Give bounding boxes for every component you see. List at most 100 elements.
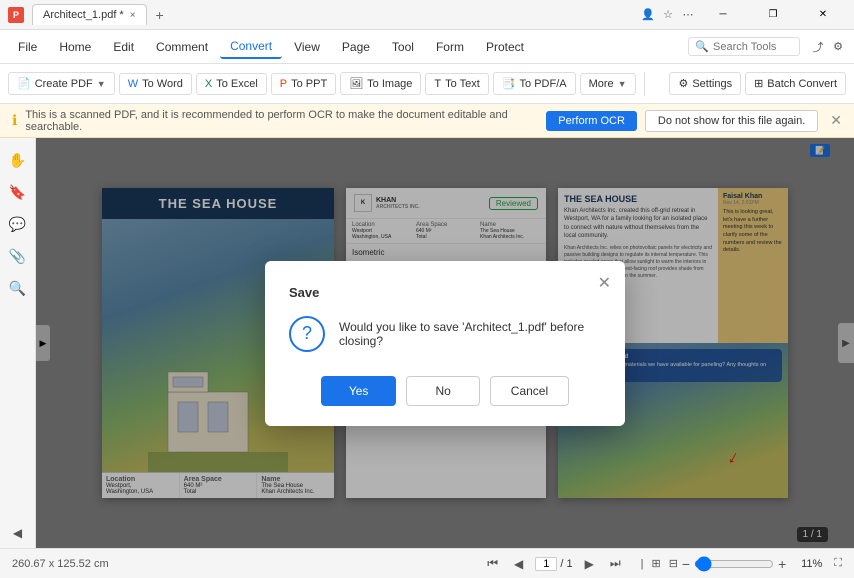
dialog-cancel-button[interactable]: Cancel (490, 376, 569, 406)
settings-button[interactable]: ⚙ Settings (669, 72, 741, 95)
left-sidebar: ✋ 🔖 💬 📎 🔍 ◀ (0, 138, 36, 548)
dialog-question-icon: ? (289, 316, 325, 352)
dialog-body: ? Would you like to save 'Architect_1.pd… (289, 316, 601, 352)
to-word-label: To Word (142, 78, 183, 90)
first-page-button[interactable]: ⏮ (483, 554, 502, 573)
to-word-icon: W (128, 78, 138, 90)
menu-view[interactable]: View (284, 36, 330, 58)
bookmark-icon[interactable]: ☆ (660, 7, 676, 23)
menu-convert[interactable]: Convert (220, 35, 282, 59)
close-button[interactable]: ✕ (800, 0, 846, 30)
page-indicator: / 1 (535, 557, 572, 571)
ocr-banner-text: This is a scanned PDF, and it is recomme… (25, 109, 538, 133)
ocr-dismiss-button[interactable]: Do not show for this file again. (645, 110, 818, 132)
to-excel-icon: X (205, 78, 212, 90)
to-pdfa-button[interactable]: 📑 To PDF/A (493, 72, 576, 95)
status-right: ⏮ ◀ / 1 ▶ ⏭ | ⊞ ⊟ − + 11% ⛶ (483, 554, 842, 573)
menu-home[interactable]: Home (49, 36, 101, 58)
create-pdf-button[interactable]: 📄 Create PDF ▼ (8, 72, 115, 95)
page-input[interactable] (535, 557, 557, 571)
to-pdfa-icon: 📑 (502, 77, 516, 90)
external-icon[interactable]: ⤴ (810, 39, 826, 55)
zoom-controls: ⊞ ⊟ − + 11% (651, 556, 822, 572)
to-excel-button[interactable]: X To Excel (196, 73, 267, 95)
sidebar-bookmark-icon[interactable]: 🔖 (4, 178, 32, 206)
next-page-button[interactable]: ▶ (581, 555, 598, 573)
dialog-buttons: Yes No Cancel (289, 376, 601, 406)
save-dialog: Save ✕ ? Would you like to save 'Archite… (265, 261, 625, 426)
to-ppt-button[interactable]: P To PPT (271, 73, 336, 95)
content-area: ▶ THE SEA HOUSE (36, 138, 854, 548)
toolbar-separator (644, 72, 645, 96)
perform-ocr-button[interactable]: Perform OCR (546, 111, 637, 131)
settings-label: Settings (692, 78, 732, 90)
to-text-label: To Text (445, 78, 480, 90)
dialog-no-button[interactable]: No (406, 376, 479, 406)
minimize-button[interactable]: ─ (700, 0, 746, 30)
ocr-close-icon[interactable]: ✕ (830, 112, 842, 129)
profile-icon[interactable]: 👤 (640, 7, 656, 23)
menu-comment[interactable]: Comment (146, 36, 218, 58)
more-arrow: ▼ (618, 79, 627, 89)
prev-page-button[interactable]: ◀ (510, 555, 527, 573)
main-area: ✋ 🔖 💬 📎 🔍 ◀ ▶ THE SEA HOUSE (0, 138, 854, 548)
dialog-close-icon[interactable]: ✕ (598, 273, 611, 293)
menu-bar: File Home Edit Comment Convert View Page… (0, 30, 854, 64)
zoom-out-button[interactable]: − (682, 556, 690, 572)
fullscreen-icon[interactable]: ⛶ (834, 557, 842, 570)
create-pdf-arrow: ▼ (97, 79, 106, 89)
menu-file[interactable]: File (8, 36, 47, 58)
more-icon[interactable]: ⋯ (680, 7, 696, 23)
more-label: More (589, 78, 614, 90)
zoom-slider[interactable] (694, 556, 774, 572)
zoom-in-button[interactable]: + (778, 556, 786, 572)
sidebar-hand-icon[interactable]: ✋ (4, 146, 32, 174)
menu-page[interactable]: Page (332, 36, 380, 58)
batch-convert-button[interactable]: ⊞ Batch Convert (745, 72, 846, 95)
tab-title: Architect_1.pdf * (43, 9, 124, 21)
settings-gear-icon: ⚙ (678, 77, 688, 90)
active-tab[interactable]: Architect_1.pdf * × (32, 4, 147, 25)
sidebar-comment-icon[interactable]: 💬 (4, 210, 32, 238)
sidebar-attachment-icon[interactable]: 📎 (4, 242, 32, 270)
app-icon: P (8, 7, 24, 23)
to-text-button[interactable]: T To Text (425, 73, 488, 95)
to-pdfa-label: To PDF/A (520, 78, 567, 90)
title-bar: P Architect_1.pdf * × + 👤 ☆ ⋯ ─ ❐ ✕ (0, 0, 854, 30)
sidebar-expand-icon[interactable]: ◀ (13, 526, 22, 540)
tab-close-icon[interactable]: × (130, 10, 136, 21)
more-button[interactable]: More ▼ (580, 73, 636, 95)
ocr-banner: ℹ This is a scanned PDF, and it is recom… (0, 104, 854, 138)
info-icon: ℹ (12, 112, 17, 129)
menu-protect[interactable]: Protect (476, 36, 534, 58)
to-excel-label: To Excel (216, 78, 258, 90)
menu-edit[interactable]: Edit (103, 36, 144, 58)
dimensions-text: 260.67 x 125.52 cm (12, 558, 109, 570)
search-tools-bar: 🔍 (688, 37, 800, 56)
to-ppt-icon: P (280, 78, 287, 90)
last-page-button[interactable]: ⏭ (606, 554, 625, 573)
separator-2: | (641, 558, 644, 570)
menu-form[interactable]: Form (426, 36, 474, 58)
search-tools-input[interactable] (713, 41, 793, 53)
zoom-level: 11% (790, 558, 822, 570)
add-tab-button[interactable]: + (149, 4, 171, 26)
window-icons: ⤴ ⚙ (810, 39, 846, 55)
page-total: 1 (566, 558, 572, 570)
menu-tool[interactable]: Tool (382, 36, 424, 58)
search-icon: 🔍 (695, 40, 709, 53)
tab-strip: Architect_1.pdf * × + (32, 4, 640, 26)
fit-page-icon[interactable]: ⊞ (651, 557, 660, 570)
to-word-button[interactable]: W To Word (119, 73, 192, 95)
batch-icon: ⊞ (754, 77, 763, 90)
zoom-fit-icon[interactable]: ⊟ (669, 557, 678, 570)
restore-button[interactable]: ❐ (750, 0, 796, 30)
create-pdf-label: Create PDF (35, 78, 93, 90)
toolbar: 📄 Create PDF ▼ W To Word X To Excel P To… (0, 64, 854, 104)
dialog-yes-button[interactable]: Yes (321, 376, 397, 406)
sidebar-search-icon[interactable]: 🔍 (4, 274, 32, 302)
dialog-message: Would you like to save 'Architect_1.pdf'… (339, 320, 601, 348)
to-image-button[interactable]: 🖼 To Image (340, 72, 421, 95)
to-ppt-label: To PPT (291, 78, 327, 90)
settings-icon[interactable]: ⚙ (830, 39, 846, 55)
